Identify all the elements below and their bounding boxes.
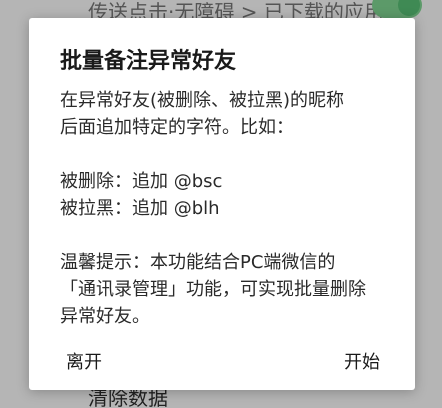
message-line: 「通讯录管理」功能，可实现批量删除 (60, 279, 366, 300)
message-line: 被删除：追加 @bsc (60, 171, 223, 192)
dialog-message: 在异常好友(被删除、被拉黑)的昵称 后面追加特定的字符。比如： 被删除：追加 @… (60, 87, 410, 330)
message-line: 被拉黑：追加 @blh (60, 198, 220, 219)
background-toggle-switch (372, 0, 422, 18)
toggle-knob (398, 0, 420, 16)
message-line: 后面追加特定的字符。比如： (60, 117, 294, 138)
message-line: 温馨提示：本功能结合PC端微信的 (60, 252, 336, 273)
screen: 传送点击·无障碍 > 已下载的应用 清除数据 批量备注异常好友 在异常好友(被删… (0, 0, 442, 408)
start-button[interactable]: 开始 (340, 346, 384, 376)
dialog-title: 批量备注异常好友 (60, 49, 237, 74)
leave-button[interactable]: 离开 (62, 346, 106, 376)
message-line: 在异常好友(被删除、被拉黑)的昵称 (60, 90, 345, 111)
message-line: 异常好友。 (60, 306, 150, 327)
batch-remark-dialog: 批量备注异常好友 在异常好友(被删除、被拉黑)的昵称 后面追加特定的字符。比如：… (29, 18, 415, 390)
